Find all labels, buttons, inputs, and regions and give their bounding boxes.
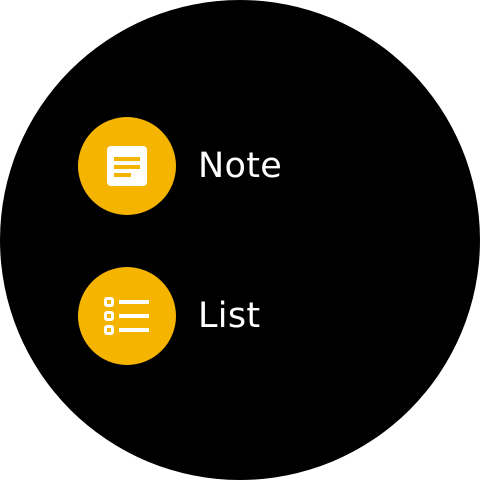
watch-screen: Note List — [0, 0, 480, 480]
note-label: Note — [198, 145, 283, 186]
note-icon-circle[interactable] — [78, 117, 176, 215]
new-list-item[interactable]: List — [78, 267, 260, 365]
list-label: List — [198, 295, 261, 336]
note-icon — [107, 146, 147, 186]
checklist-icon — [104, 297, 149, 335]
list-icon-circle[interactable] — [78, 267, 176, 365]
new-note-item[interactable]: Note — [78, 117, 282, 215]
